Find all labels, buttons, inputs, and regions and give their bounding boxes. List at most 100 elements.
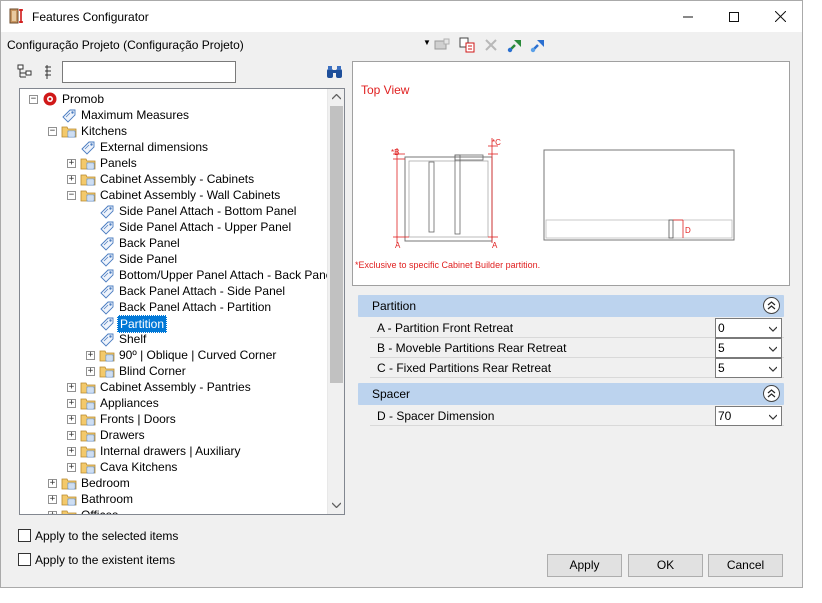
expand-icon[interactable]: + xyxy=(67,431,76,440)
expand-icon[interactable]: + xyxy=(67,399,76,408)
tree-item[interactable]: + Bedroom xyxy=(20,475,328,491)
expand-tree-icon[interactable] xyxy=(17,64,33,80)
scroll-thumb[interactable] xyxy=(330,106,343,383)
close-icon xyxy=(774,11,786,22)
tree-item[interactable]: Side Panel Attach - Bottom Panel xyxy=(20,203,328,219)
expand-icon[interactable]: + xyxy=(67,159,76,168)
tree-item[interactable]: + Fronts | Doors xyxy=(20,411,328,427)
tag-icon xyxy=(100,253,114,267)
minimize-button[interactable] xyxy=(665,1,711,32)
tree-item-label: Bedroom xyxy=(81,476,130,490)
scroll-up-icon[interactable] xyxy=(328,89,344,106)
collapse-icon[interactable] xyxy=(763,385,780,402)
delete-config-icon[interactable] xyxy=(482,36,500,54)
tree-item-label: Side Panel Attach - Upper Panel xyxy=(119,220,292,234)
tree-item[interactable]: Side Panel Attach - Upper Panel xyxy=(20,219,328,235)
maximize-button[interactable] xyxy=(711,1,757,32)
copy-config-icon[interactable] xyxy=(458,36,476,54)
tag-icon xyxy=(100,237,114,251)
expand-icon[interactable]: + xyxy=(67,383,76,392)
tree-item[interactable]: Shelf xyxy=(20,331,328,347)
folder-icon xyxy=(99,366,115,378)
tree-item[interactable]: Partition xyxy=(20,315,328,333)
tree-item[interactable]: − Kitchens xyxy=(20,123,328,139)
ok-button[interactable]: OK xyxy=(628,554,703,577)
scroll-down-icon[interactable] xyxy=(328,497,344,514)
expand-icon[interactable]: + xyxy=(67,447,76,456)
maximize-icon xyxy=(729,11,739,22)
expand-icon[interactable]: + xyxy=(48,479,57,488)
prop-value-select[interactable]: 0 xyxy=(715,318,782,338)
expand-icon[interactable]: + xyxy=(48,511,57,514)
configuration-bar: Configuração Projeto (Configuração Proje… xyxy=(1,33,802,57)
tree-item[interactable]: Back Panel Attach - Side Panel xyxy=(20,283,328,299)
tree-item[interactable]: + Appliances xyxy=(20,395,328,411)
prop-value: 0 xyxy=(718,321,725,335)
close-button[interactable] xyxy=(757,1,803,32)
expand-icon[interactable]: + xyxy=(67,415,76,424)
new-config-icon[interactable] xyxy=(433,36,451,54)
tree-item[interactable]: + Cava Kitchens xyxy=(20,459,328,475)
tree-item[interactable]: Bottom/Upper Panel Attach - Back Panel xyxy=(20,267,328,283)
configuration-select[interactable]: Configuração Projeto (Configuração Proje… xyxy=(7,38,244,52)
collapse-node-icon[interactable]: − xyxy=(48,127,57,136)
expand-icon[interactable]: + xyxy=(86,351,95,360)
expand-icon[interactable]: + xyxy=(67,463,76,472)
find-binoculars-icon[interactable] xyxy=(326,64,343,80)
folder-icon xyxy=(61,510,77,514)
tree-item[interactable]: − Promob xyxy=(20,91,328,107)
tree-item[interactable]: Side Panel xyxy=(20,251,328,267)
tag-icon xyxy=(100,205,114,219)
prop-value-select[interactable]: 5 xyxy=(715,358,782,378)
folder-icon xyxy=(80,398,96,410)
import-config-icon[interactable] xyxy=(506,36,524,54)
expand-icon[interactable]: + xyxy=(86,367,95,376)
tree-item-label: Cava Kitchens xyxy=(100,460,178,474)
cancel-button[interactable]: Cancel xyxy=(708,554,783,577)
prop-row-spacer-dimension: D - Spacer Dimension 70 xyxy=(370,406,784,426)
collapse-tree-icon[interactable] xyxy=(41,64,57,80)
collapse-icon[interactable] xyxy=(763,297,780,314)
prop-value-select[interactable]: 5 xyxy=(715,338,782,358)
tag-icon xyxy=(81,141,95,155)
collapse-node-icon[interactable]: − xyxy=(29,95,38,104)
tree-item[interactable]: + Offices xyxy=(20,507,328,515)
export-config-icon[interactable] xyxy=(529,36,547,54)
collapse-node-icon[interactable]: − xyxy=(67,191,76,200)
folder-icon xyxy=(80,462,96,474)
tree-item[interactable]: Maximum Measures xyxy=(20,107,328,123)
tree-item[interactable]: + Cabinet Assembly - Pantries xyxy=(20,379,328,395)
tree-item[interactable]: + Internal drawers | Auxiliary xyxy=(20,443,328,459)
tree-item[interactable]: + Panels xyxy=(20,155,328,171)
group-header-partition[interactable]: Partition xyxy=(358,295,784,317)
tree-item[interactable]: + Bathroom xyxy=(20,491,328,507)
tree-item[interactable]: Back Panel xyxy=(20,235,328,251)
apply-existent-items-checkbox[interactable] xyxy=(18,553,31,566)
promob-logo-icon xyxy=(43,92,57,106)
chevron-down-icon xyxy=(769,326,777,332)
tree-item-label: Offices xyxy=(81,508,119,515)
dropdown-arrow-icon[interactable]: ▼ xyxy=(423,38,431,47)
tree-item[interactable]: External dimensions xyxy=(20,139,328,155)
tree-item[interactable]: +90º | Oblique | Curved Corner xyxy=(20,347,328,363)
folder-icon xyxy=(61,478,77,490)
prop-label: C - Fixed Partitions Rear Retreat xyxy=(377,361,552,375)
expand-icon[interactable]: + xyxy=(67,175,76,184)
search-input[interactable] xyxy=(62,61,236,83)
tree-item-label: Blind Corner xyxy=(119,364,186,378)
prop-row-moveble-partitions-rear-retreat: B - Moveble Partitions Rear Retreat 5 xyxy=(370,338,784,358)
feature-tree[interactable]: − Promob Maximum Measures − Kitchens External… xyxy=(19,88,345,515)
tag-icon xyxy=(100,269,114,283)
tree-scrollbar[interactable] xyxy=(327,89,344,514)
folder-icon xyxy=(61,494,77,506)
prop-value-select[interactable]: 70 xyxy=(715,406,782,426)
apply-button[interactable]: Apply xyxy=(547,554,622,577)
group-header-spacer[interactable]: Spacer xyxy=(358,383,784,405)
expand-icon[interactable]: + xyxy=(48,495,57,504)
tree-item[interactable]: + Cabinet Assembly - Cabinets xyxy=(20,171,328,187)
tree-item[interactable]: Back Panel Attach - Partition xyxy=(20,299,328,315)
tree-item[interactable]: − Cabinet Assembly - Wall Cabinets xyxy=(20,187,328,203)
apply-selected-items-checkbox[interactable] xyxy=(18,529,31,542)
tree-item[interactable]: + Drawers xyxy=(20,427,328,443)
tree-item[interactable]: + Blind Corner xyxy=(20,363,328,379)
